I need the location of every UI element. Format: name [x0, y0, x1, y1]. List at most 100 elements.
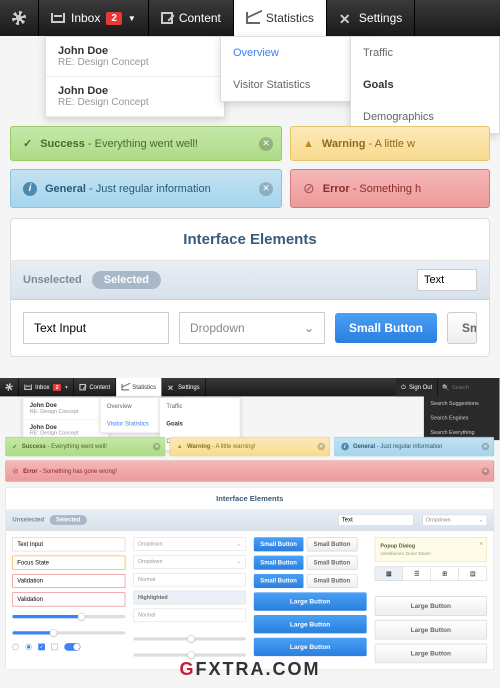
dropdown-input[interactable]: Dropdown ⌄ — [179, 312, 325, 344]
misc-column: Popup Dialog Vestibulum Dolor Etiam ✕ ▦ … — [374, 537, 487, 663]
segmented-control: ▦ ☰ ⊞ ▤ — [374, 566, 487, 581]
focus-input[interactable] — [12, 556, 125, 570]
close-icon[interactable]: ✕ — [482, 443, 490, 451]
slider[interactable] — [12, 631, 125, 634]
large-button-default[interactable]: Large Button — [374, 644, 487, 663]
search-input[interactable] — [452, 384, 495, 390]
close-icon[interactable]: ✕ — [259, 182, 273, 196]
mini-preview: Inbox 2 ▼ Content Statistics Settings ⏻ … — [0, 378, 500, 670]
dropdown-column: Dropdown⌄ Dropdown⌄ Normal Highlighted N… — [133, 537, 246, 663]
nav-inbox[interactable]: Inbox 2 ▼ — [19, 378, 74, 396]
search-engines[interactable]: Search Engines — [424, 411, 500, 426]
large-button-default[interactable]: Large Button — [374, 596, 487, 615]
small-button-default[interactable]: Small Button — [307, 574, 358, 588]
chart-icon — [121, 384, 129, 390]
small-button-default[interactable]: Small Button — [307, 537, 358, 551]
seg-item[interactable]: ▤ — [459, 567, 486, 581]
panel-tab-bar: Unselected Selected Dropdown⌄ — [6, 510, 494, 531]
text-input[interactable] — [12, 537, 125, 551]
small-button-primary[interactable]: Small Button — [335, 313, 437, 343]
close-icon[interactable]: ✕ — [259, 137, 273, 151]
controls-row: ✓ — [12, 643, 125, 651]
alert-warning: ▲ Warning - A little warning! ✕ — [170, 437, 330, 456]
alert-warning: ▲ Warning - A little w — [290, 126, 490, 161]
tab-selected[interactable]: Selected — [50, 515, 87, 525]
text-input[interactable] — [23, 312, 169, 344]
seg-item[interactable]: ▦ — [375, 567, 403, 581]
alert-success: ✓ Success - Everything went well! ✕ — [10, 126, 282, 161]
inbox-item[interactable]: John Doe RE: Design Concept — [46, 37, 224, 77]
inbox-item-sub: RE: Design Concept — [58, 97, 212, 108]
submenu-goals[interactable]: Goals — [160, 415, 240, 432]
seg-item[interactable]: ☰ — [403, 567, 431, 581]
seg-item[interactable]: ⊞ — [431, 567, 459, 581]
submenu-traffic[interactable]: Traffic — [160, 398, 240, 415]
slider[interactable] — [133, 653, 246, 656]
nav-content[interactable]: Content — [149, 0, 234, 36]
nav-inbox-label: Inbox — [71, 11, 100, 25]
edit-icon — [161, 12, 173, 24]
checkbox-checked[interactable]: ✓ — [38, 644, 44, 650]
alert-success: ✓ Success - Everything went well! ✕ — [5, 437, 165, 456]
slider[interactable] — [12, 615, 125, 618]
close-icon[interactable]: ✕ — [317, 443, 325, 451]
radio-checked[interactable] — [25, 644, 31, 650]
dropdown-opt-normal[interactable]: Normal — [133, 609, 246, 623]
warning-icon: ▲ — [177, 443, 183, 449]
large-button-primary[interactable]: Large Button — [254, 638, 367, 656]
tab-unselected[interactable]: Unselected — [12, 517, 44, 523]
close-icon[interactable]: ✕ — [479, 541, 484, 547]
nav-inbox[interactable]: Inbox 2 ▼ — [39, 0, 149, 36]
close-icon[interactable]: ✕ — [153, 443, 161, 451]
nav-content-label: Content — [179, 11, 221, 25]
large-button-default[interactable]: Large Button — [374, 620, 487, 639]
gear-icon — [5, 383, 13, 391]
search-icon: 🔍 — [442, 384, 449, 391]
toggle[interactable] — [64, 643, 80, 651]
chevron-down-icon: ⌄ — [479, 517, 484, 523]
tab-bar-input[interactable] — [338, 514, 414, 526]
stats-overview[interactable]: Overview › — [221, 37, 369, 69]
search-suggestions[interactable]: Search Suggestions — [424, 396, 500, 411]
inbox-item[interactable]: John Doe RE: Design Concept — [23, 398, 108, 420]
dropdown-opt[interactable]: Dropdown⌄ — [133, 537, 246, 551]
nav-settings[interactable]: Settings — [327, 0, 415, 36]
error-icon: ⊘ — [12, 467, 18, 476]
popup-title: Popup Dialog — [380, 543, 481, 549]
dropdown-opt-highlighted[interactable]: Highlighted — [133, 591, 246, 605]
small-button-primary[interactable]: Small Button — [254, 556, 304, 570]
checkbox[interactable] — [51, 644, 57, 650]
panel-title: Interface Elements — [6, 488, 494, 510]
nav-statistics[interactable]: Statistics — [116, 378, 162, 396]
validation-input[interactable] — [12, 574, 125, 588]
dropdown-opt[interactable]: Dropdown⌄ — [133, 555, 246, 569]
nav-statistics[interactable]: Statistics — [234, 0, 327, 36]
chevron-down-icon: ⌄ — [236, 541, 241, 547]
dropdown-opt-normal[interactable]: Normal — [133, 573, 246, 587]
tab-selected[interactable]: Selected — [92, 271, 161, 289]
nav-logo[interactable] — [0, 378, 19, 396]
top-nav: Inbox 2 ▼ Content Statistics Settings — [0, 0, 500, 36]
tab-bar-dropdown[interactable]: Dropdown⌄ — [422, 514, 487, 525]
nav-content[interactable]: Content — [74, 378, 116, 396]
large-button-primary[interactable]: Large Button — [254, 615, 367, 633]
nav-signout[interactable]: ⏻ Sign Out — [396, 378, 438, 396]
tab-unselected[interactable]: Unselected — [23, 274, 82, 286]
nav-logo[interactable] — [0, 0, 39, 36]
submenu-traffic[interactable]: Traffic — [351, 37, 499, 69]
stats-visitor[interactable]: Visitor Statistics › — [221, 69, 369, 101]
small-button-primary[interactable]: Small Button — [254, 574, 304, 588]
slider[interactable] — [133, 637, 246, 640]
inbox-item[interactable]: John Doe RE: Design Concept — [46, 77, 224, 117]
close-icon[interactable]: ✕ — [482, 467, 490, 475]
small-button-default[interactable]: Sma — [447, 312, 477, 344]
submenu-goals[interactable]: Goals — [351, 69, 499, 101]
tab-bar-input[interactable] — [417, 269, 477, 291]
radio[interactable] — [12, 644, 18, 650]
wrench-icon — [167, 383, 175, 391]
small-button-default[interactable]: Small Button — [307, 556, 358, 570]
large-button-primary[interactable]: Large Button — [254, 592, 367, 610]
small-button-primary[interactable]: Small Button — [254, 537, 304, 551]
validation-input[interactable] — [12, 592, 125, 606]
nav-settings[interactable]: Settings — [162, 378, 206, 396]
